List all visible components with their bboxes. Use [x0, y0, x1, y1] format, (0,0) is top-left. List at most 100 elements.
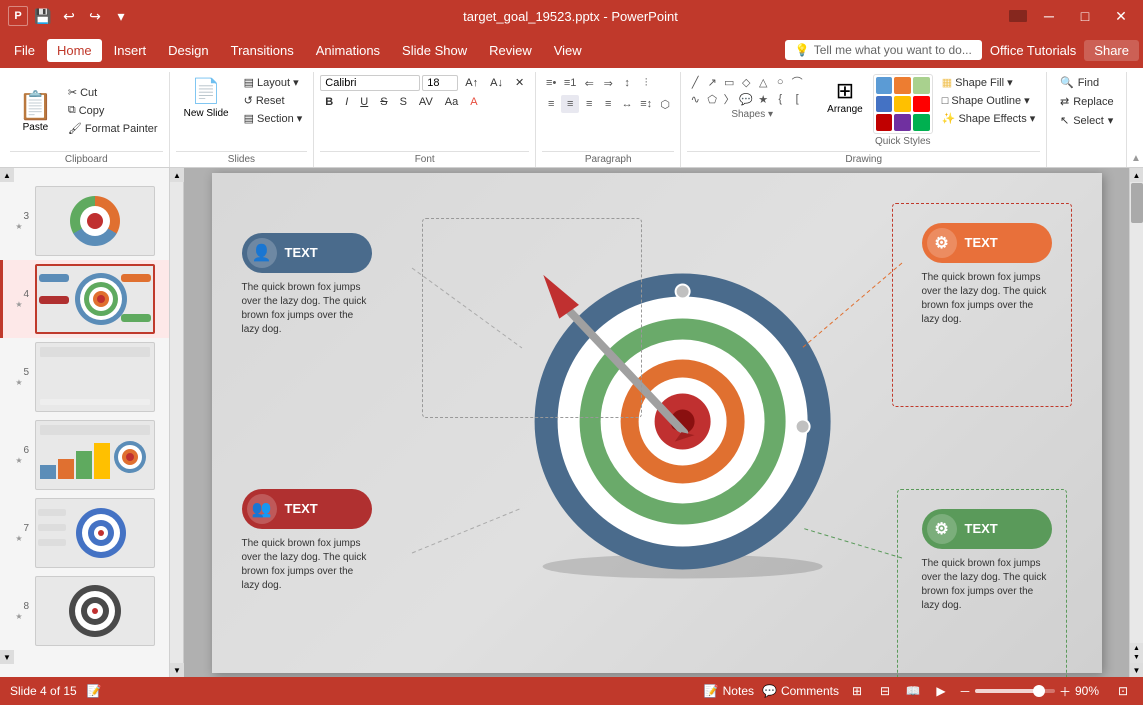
target-graphic[interactable] [522, 261, 842, 584]
slide-thumbnail-7[interactable] [35, 498, 155, 568]
slide-canvas[interactable]: 👤 TEXT The quick brown fox jumps over th… [212, 173, 1102, 673]
slide-thumbnail-4[interactable] [35, 264, 155, 334]
reading-view-button[interactable]: 📖 [903, 681, 923, 701]
columns-button[interactable]: ⫶ [637, 74, 655, 92]
slide-thumb-8[interactable]: 8 ★ [0, 572, 169, 650]
slide-thumb-4[interactable]: 4 ★ [0, 260, 169, 338]
shape-curve[interactable]: ⌒ [789, 74, 805, 90]
menu-review[interactable]: Review [479, 39, 542, 62]
text-direction-button[interactable]: ↔ [618, 95, 636, 113]
zoom-slider[interactable] [975, 689, 1055, 693]
tell-me-input[interactable]: 💡 Tell me what you want to do... [785, 40, 982, 60]
format-painter-button[interactable]: 🖌 Format Painter [63, 120, 163, 137]
smartart-button[interactable]: ⬡ [656, 95, 674, 113]
increase-indent-button[interactable]: ⇒ [599, 74, 617, 92]
arrange-button[interactable]: ⊞ Arrange [821, 74, 869, 119]
right-scroll-down[interactable]: ▼ [1130, 663, 1143, 677]
grow-font-button[interactable]: A↑ [460, 75, 483, 91]
menu-insert[interactable]: Insert [104, 39, 157, 62]
menu-design[interactable]: Design [158, 39, 218, 62]
shape-effects-button[interactable]: ✨ Shape Effects ▾ [937, 110, 1041, 127]
font-name-input[interactable] [320, 75, 420, 91]
shape-rect[interactable]: ▭ [721, 74, 737, 90]
quick-styles-button[interactable]: Quick Styles [873, 74, 933, 147]
shape-outline-button[interactable]: □ Shape Outline ▾ [937, 92, 1041, 109]
change-case-button[interactable]: Aa [440, 94, 463, 110]
strikethrough-button[interactable]: S [375, 94, 392, 110]
zoom-out-button[interactable]: － [959, 683, 971, 700]
underline-button[interactable]: U [355, 94, 373, 110]
font-color-button[interactable]: A [465, 94, 482, 110]
shapes-label[interactable]: Shapes ▾ [687, 109, 817, 120]
slide-thumb-7[interactable]: 7 ★ [0, 494, 169, 572]
slide-thumbnail-6[interactable] [35, 420, 155, 490]
slide-thumb-5[interactable]: 5 ★ [0, 338, 169, 416]
reset-button[interactable]: ↺ Reset [239, 92, 308, 109]
slide-panel-scroll-up[interactable]: ▲ [0, 168, 14, 182]
align-right-button[interactable]: ≡ [580, 95, 598, 113]
label-top-left[interactable]: 👤 TEXT The quick brown fox jumps over th… [242, 233, 372, 337]
menu-transitions[interactable]: Transitions [221, 39, 304, 62]
slide-thumb-6[interactable]: 6 ★ [0, 416, 169, 494]
bullets-button[interactable]: ≡• [542, 74, 560, 92]
undo-button[interactable]: ↩ [58, 5, 80, 27]
slide-sorter-button[interactable]: ⊟ [875, 681, 895, 701]
layout-button[interactable]: ▤ Layout▾ [239, 74, 308, 91]
menu-view[interactable]: View [544, 39, 592, 62]
shape-chevron[interactable]: 〉 [721, 91, 737, 107]
redo-button[interactable]: ↪ [84, 5, 106, 27]
label-top-right[interactable]: ⚙ TEXT The quick brown fox jumps over th… [922, 223, 1052, 327]
label-bottom-right[interactable]: ⚙ TEXT The quick brown fox jumps over th… [922, 509, 1052, 613]
normal-view-button[interactable]: ⊞ [847, 681, 867, 701]
shrink-font-button[interactable]: A↓ [485, 75, 508, 91]
customize-qat-button[interactable]: ▾ [110, 5, 132, 27]
shape-triangle[interactable]: △ [755, 74, 771, 90]
new-slide-button[interactable]: 📄 New Slide [176, 74, 237, 122]
copy-button[interactable]: ⧉ Copy [63, 102, 163, 119]
shape-oval[interactable]: ○ [772, 74, 788, 90]
slide-panel[interactable]: ▲ 3 ★ 4 ★ [0, 168, 170, 677]
shape-diamond[interactable]: ◇ [738, 74, 754, 90]
shape-bracket[interactable]: [ [789, 91, 805, 107]
shape-fill-button[interactable]: ▦ Shape Fill ▾ [937, 74, 1041, 91]
menu-file[interactable]: File [4, 39, 45, 62]
clear-format-button[interactable]: ✕ [510, 74, 529, 91]
notes-button[interactable]: 📝 Notes [704, 684, 754, 698]
zoom-thumb[interactable] [1033, 685, 1045, 697]
shape-arrow[interactable]: ↗ [704, 74, 720, 90]
maximize-button[interactable]: □ [1071, 6, 1099, 26]
slide-notes-icon[interactable]: 📝 [87, 684, 102, 698]
text-shadow-button[interactable]: S [395, 94, 412, 110]
fit-slide-button[interactable]: ⊡ [1113, 681, 1133, 701]
section-button[interactable]: ▤ Section▾ [239, 110, 308, 127]
justify-button[interactable]: ≡ [599, 95, 617, 113]
character-spacing-button[interactable]: AV [414, 94, 438, 110]
shape-freeform[interactable]: ∿ [687, 91, 703, 107]
slide-view-area[interactable]: ▲ ▼ 👤 TEXT The quick brown fox jumps ove… [170, 168, 1129, 677]
italic-button[interactable]: I [340, 94, 353, 110]
line-spacing-button[interactable]: ↕ [618, 74, 636, 92]
right-scroll-thumb[interactable] [1131, 183, 1143, 223]
slide-thumbnail-3[interactable] [35, 186, 155, 256]
share-button[interactable]: Share [1084, 40, 1139, 61]
save-button[interactable]: 💾 [32, 5, 54, 27]
slide-panel-scroll-down[interactable]: ▼ [0, 650, 14, 664]
paste-button[interactable]: 📋 Paste [10, 87, 61, 135]
slide-thumbnail-8[interactable] [35, 576, 155, 646]
align-center-button[interactable]: ≡ [561, 95, 579, 113]
find-button[interactable]: 🔍 Find [1054, 74, 1120, 91]
zoom-level[interactable]: 90% [1075, 684, 1105, 698]
numbering-button[interactable]: ≡1 [561, 74, 579, 92]
ribbon-collapse-button[interactable]: ▲ [1129, 72, 1143, 167]
left-scroll-up[interactable]: ▲ [170, 168, 184, 182]
menu-slideshow[interactable]: Slide Show [392, 39, 477, 62]
bold-button[interactable]: B [320, 94, 338, 110]
scroll-controls[interactable]: ▲ ▼ [1130, 643, 1143, 663]
close-button[interactable]: ✕ [1107, 6, 1135, 26]
font-size-input[interactable] [422, 75, 458, 91]
shape-callout[interactable]: 💬 [738, 91, 754, 107]
menu-animations[interactable]: Animations [306, 39, 390, 62]
select-button[interactable]: ↖ Select ▾ [1054, 112, 1120, 129]
replace-button[interactable]: ⇄ Replace [1054, 93, 1120, 110]
cut-button[interactable]: ✂ Cut [63, 84, 163, 101]
